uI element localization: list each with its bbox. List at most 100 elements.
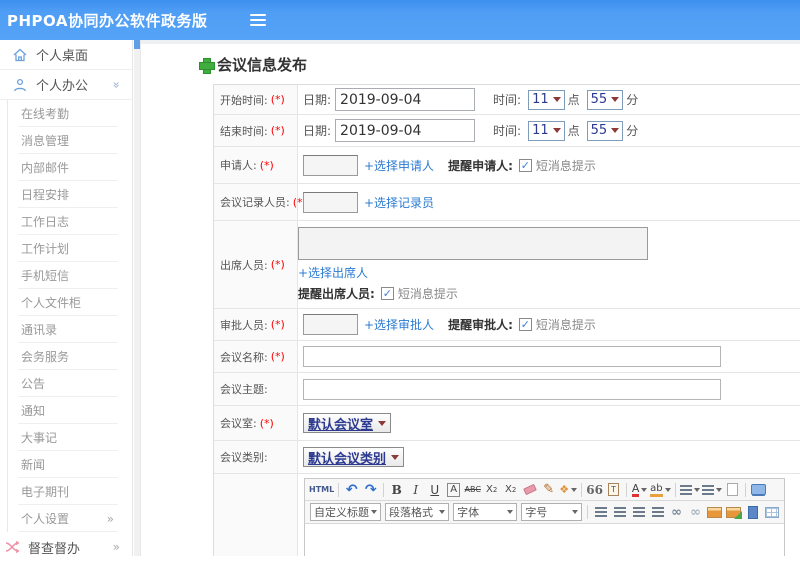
- sidebar-scrollbar[interactable]: [134, 40, 141, 556]
- recorder-input[interactable]: [303, 191, 358, 213]
- chevron-double-right-icon: »: [106, 511, 114, 526]
- font-border-button[interactable]: A: [447, 482, 461, 497]
- sms-checkbox[interactable]: ✓: [518, 318, 532, 331]
- sidebar-item-work-plan[interactable]: 工作计划: [8, 235, 132, 262]
- dropdown-arrow-icon: [641, 487, 648, 492]
- sidebar-item-personal-office[interactable]: 个人办公 »: [0, 70, 132, 100]
- subscript-button[interactable]: X2: [502, 481, 519, 498]
- meeting-category-select[interactable]: 默认会议类别: [303, 447, 405, 467]
- fullscreen-button[interactable]: [750, 481, 767, 498]
- undo-button[interactable]: ↶: [343, 481, 360, 498]
- highlight-color-button[interactable]: ab: [650, 481, 671, 498]
- menu-toggle-icon[interactable]: [249, 14, 266, 26]
- align-justify-button[interactable]: [649, 504, 666, 521]
- choose-applicant-link[interactable]: +选择申请人: [364, 157, 434, 174]
- bold-button[interactable]: B: [388, 481, 405, 498]
- new-page-button[interactable]: [724, 481, 741, 498]
- remind-approver-label: 提醒审批人:: [448, 318, 513, 332]
- superscript-button[interactable]: X2: [483, 481, 500, 498]
- sidebar-item-meeting-service[interactable]: 会务服务: [8, 343, 132, 370]
- sidebar-item-work-log[interactable]: 工作日志: [8, 208, 132, 235]
- align-left-button[interactable]: [592, 504, 609, 521]
- auto-typeset-button[interactable]: ❖: [559, 481, 578, 498]
- start-date-input[interactable]: [335, 88, 476, 111]
- editor-content-area[interactable]: [305, 524, 784, 556]
- paste-button[interactable]: T: [605, 481, 622, 498]
- heading-style-select[interactable]: 自定义标题: [310, 503, 381, 521]
- blockquote-button[interactable]: 66: [586, 481, 603, 498]
- choose-approver-link[interactable]: +选择审批人: [364, 316, 434, 333]
- sidebar-item-attendance[interactable]: 在线考勤: [8, 100, 132, 127]
- table-icon: [764, 506, 779, 518]
- font-size-select[interactable]: 字号: [521, 503, 583, 521]
- ordered-list-button[interactable]: [679, 481, 700, 498]
- form-row-meeting-name: 会议名称: (*): [214, 341, 800, 373]
- sidebar-scrollbar-thumb[interactable]: [134, 40, 140, 49]
- sidebar-item-notices[interactable]: 通知: [8, 397, 132, 424]
- sms-checkbox[interactable]: ✓: [380, 287, 394, 300]
- end-date-input[interactable]: [335, 119, 476, 142]
- font-family-select[interactable]: 字体: [453, 503, 518, 521]
- start-minute-select[interactable]: 55: [586, 89, 624, 110]
- redo-button[interactable]: ↷: [362, 481, 379, 498]
- align-center-button[interactable]: [611, 504, 628, 521]
- sidebar-item-supervision[interactable]: 督查督办 »: [0, 532, 132, 562]
- html-source-button[interactable]: HTML: [309, 481, 334, 498]
- insert-link-button[interactable]: ∞: [668, 504, 685, 521]
- insert-media-button[interactable]: [744, 504, 761, 521]
- start-hour-select[interactable]: 11: [528, 89, 565, 110]
- sidebar-item-news[interactable]: 新闻: [8, 451, 132, 478]
- sidebar-item-memorabilia[interactable]: 大事记: [8, 424, 132, 451]
- choose-recorder-link[interactable]: +选择记录员: [364, 194, 434, 211]
- align-justify-icon: [651, 507, 664, 517]
- main-content: 会议信息发布 开始时间:(*) 日期: 时间: 11 点 55 分 结束时间:(…: [141, 40, 800, 556]
- meeting-subject-input[interactable]: [303, 378, 721, 400]
- field-label: 申请人: (*): [214, 147, 298, 183]
- editor-toolbar-row2: 自定义标题 段落格式 字体 字号 ∞ ∞: [305, 501, 784, 524]
- end-hour-select[interactable]: 11: [528, 120, 565, 141]
- sidebar-item-internal-mail[interactable]: 内部邮件: [8, 154, 132, 181]
- form-row-approver: 审批人员: (*) +选择审批人 提醒审批人: ✓ 短消息提示: [214, 309, 800, 341]
- required-mark: (*): [259, 416, 274, 430]
- sidebar-item-e-journal[interactable]: 电子期刊: [8, 478, 132, 505]
- attendees-textarea[interactable]: [298, 227, 648, 260]
- sms-checkbox[interactable]: ✓: [518, 158, 532, 172]
- remove-link-button[interactable]: ∞: [687, 504, 704, 521]
- form-row-meeting-category: 会议类别: 默认会议类别: [214, 441, 800, 474]
- sidebar-item-contacts[interactable]: 通讯录: [8, 316, 132, 343]
- align-right-button[interactable]: [630, 504, 647, 521]
- applicant-input[interactable]: [303, 154, 358, 176]
- monitor-icon: [750, 484, 766, 495]
- sidebar-item-schedule[interactable]: 日程安排: [8, 181, 132, 208]
- dropdown-arrow-icon: [693, 487, 700, 492]
- paragraph-format-select[interactable]: 段落格式: [385, 503, 450, 521]
- font-color-button[interactable]: A: [631, 481, 648, 498]
- sidebar-item-file-cabinet[interactable]: 个人文件柜: [8, 289, 132, 316]
- sidebar-item-personal-settings[interactable]: 个人设置 »: [8, 505, 132, 532]
- insert-image-button[interactable]: [706, 504, 723, 521]
- meeting-name-input[interactable]: [303, 346, 721, 367]
- sidebar-item-personal-desktop[interactable]: 个人桌面: [0, 40, 132, 70]
- required-mark: (*): [270, 350, 285, 363]
- sidebar-item-sms[interactable]: 手机短信: [8, 262, 132, 289]
- meeting-room-select[interactable]: 默认会议室: [303, 413, 392, 433]
- dropdown-arrow-icon: [507, 510, 514, 514]
- italic-button[interactable]: I: [407, 481, 424, 498]
- screenshot-button[interactable]: [725, 504, 742, 521]
- format-brush-button[interactable]: ✎: [540, 481, 557, 498]
- field-label: 开始时间: (*): [214, 85, 298, 114]
- unordered-list-button[interactable]: [701, 481, 722, 498]
- required-mark: (*): [270, 258, 285, 271]
- underline-button[interactable]: U: [426, 481, 443, 498]
- sidebar-item-announcements[interactable]: 公告: [8, 370, 132, 397]
- end-minute-select[interactable]: 55: [586, 120, 624, 141]
- strikethrough-button[interactable]: ABC: [464, 481, 481, 498]
- approver-input[interactable]: [303, 314, 358, 335]
- eraser-button[interactable]: [521, 481, 538, 498]
- choose-attendees-link[interactable]: +选择出席人: [298, 264, 368, 281]
- required-mark: (*): [270, 318, 285, 331]
- sidebar-item-messages[interactable]: 消息管理: [8, 127, 132, 154]
- dropdown-arrow-icon: [371, 510, 377, 514]
- insert-table-button[interactable]: [763, 504, 780, 521]
- sidebar-item-label: 督查督办: [28, 541, 81, 557]
